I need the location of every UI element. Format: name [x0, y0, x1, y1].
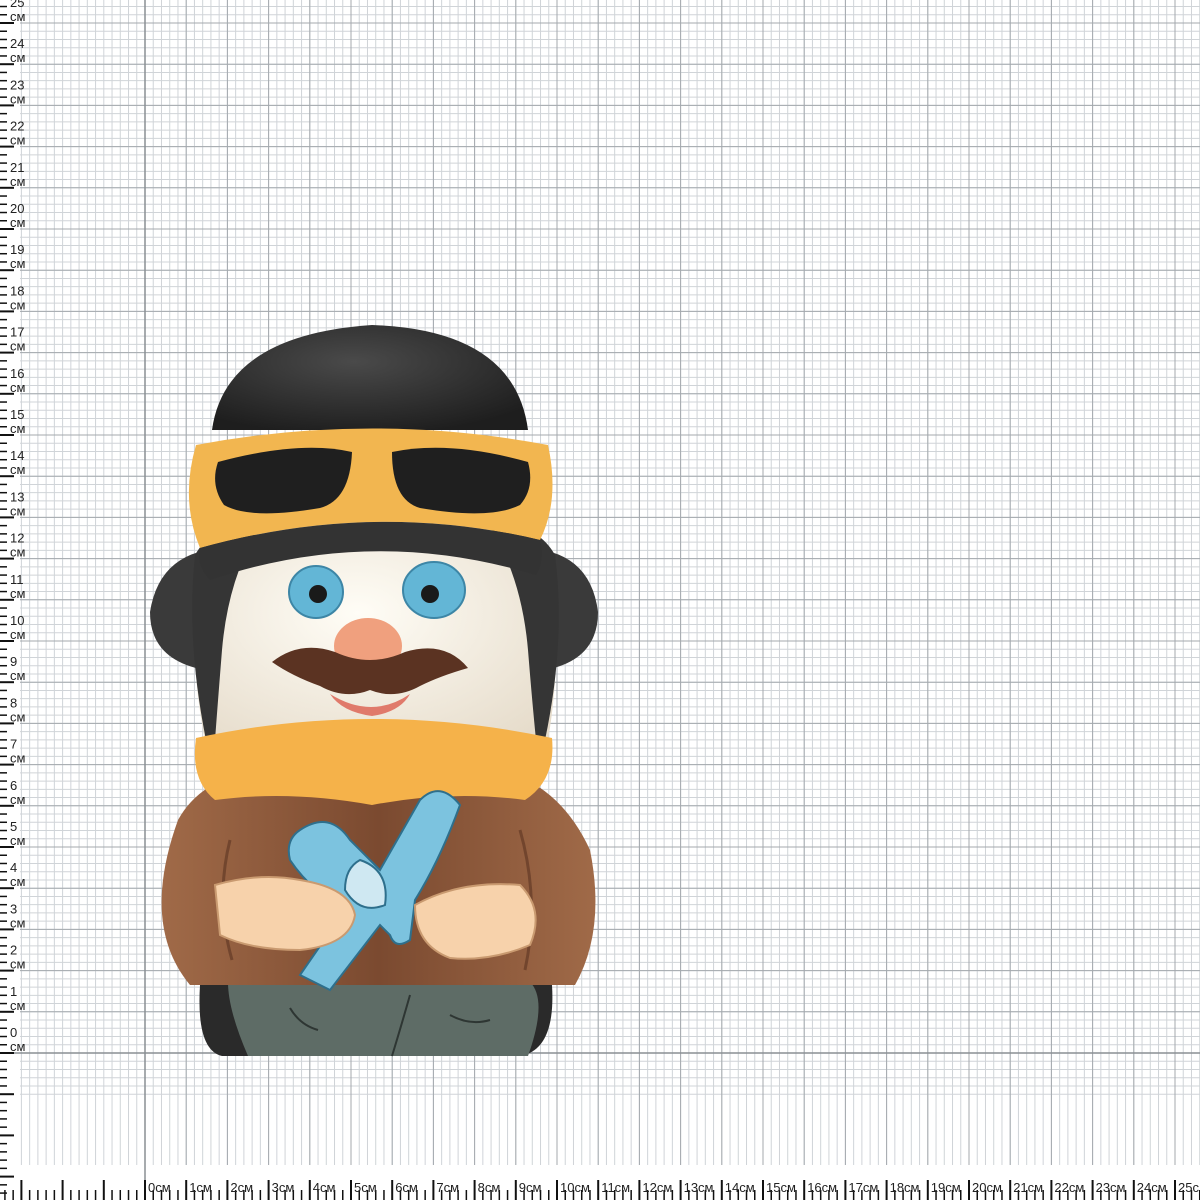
- hand-right: [413, 883, 537, 960]
- helmet: [212, 325, 528, 430]
- eye-left: [288, 565, 344, 619]
- aviator-figurine: [150, 325, 598, 1057]
- pants: [228, 982, 539, 1056]
- eye-right: [402, 561, 466, 619]
- scarf: [194, 719, 553, 805]
- goggle-lens-right: [392, 447, 531, 514]
- measurement-board: 25 см 24 см 23 см 22 см 21 см 20 см 19 см 18 см 17 см 16 см…: [0, 0, 1200, 1200]
